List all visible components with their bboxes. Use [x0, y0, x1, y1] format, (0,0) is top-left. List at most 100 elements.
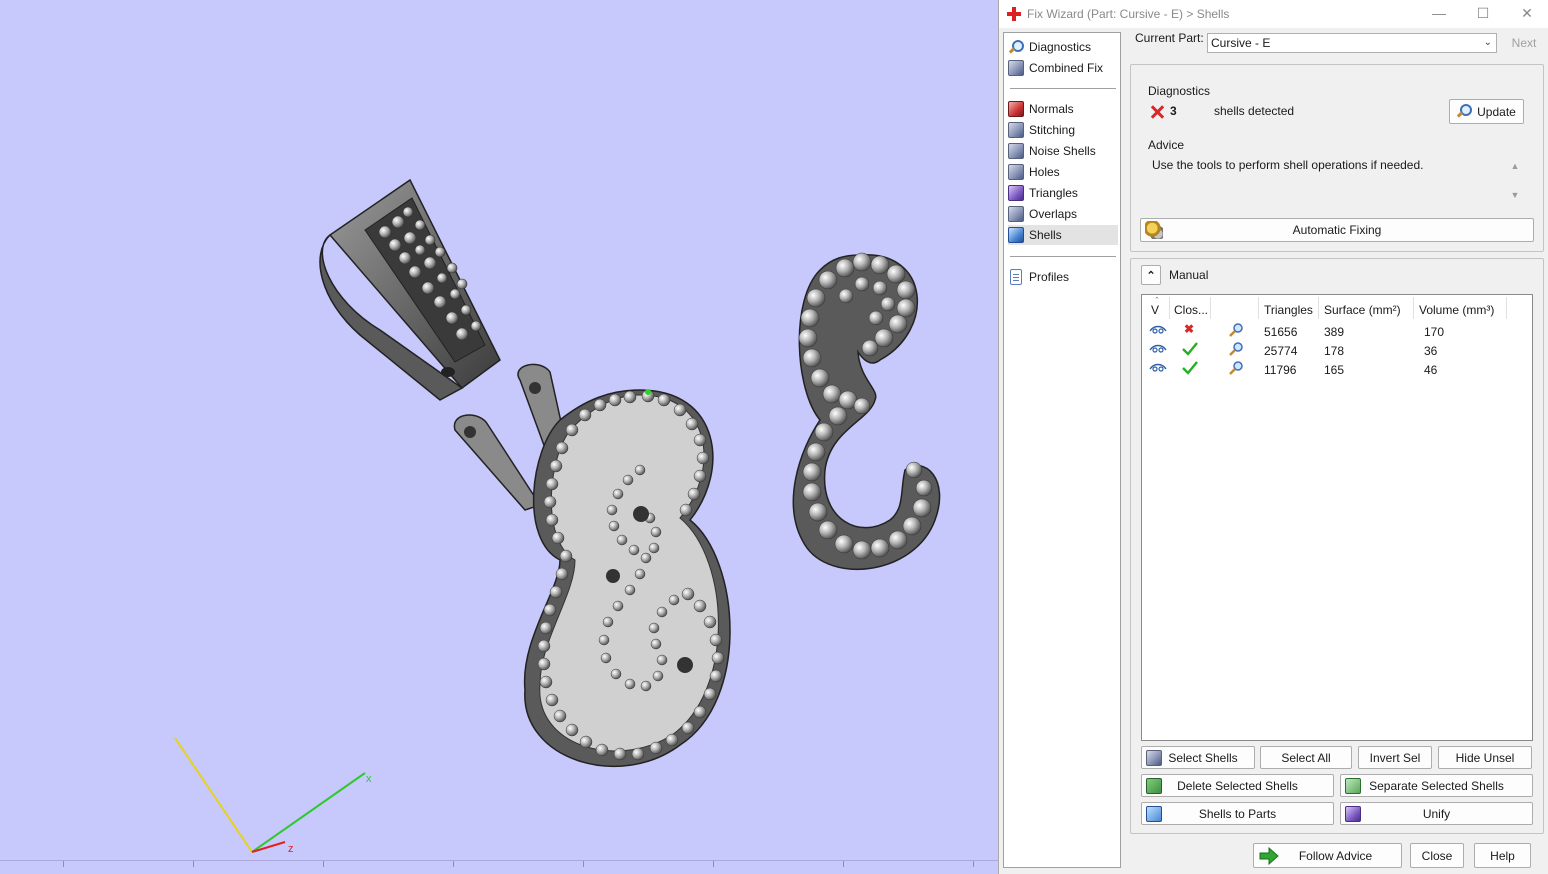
close-window-button[interactable]: ✕	[1505, 0, 1548, 28]
zoom-to-shell-icon[interactable]	[1228, 322, 1244, 338]
nav-item-stitching[interactable]: Stitching	[1008, 120, 1118, 140]
cell-volume: 46	[1424, 363, 1438, 377]
column-header-triangles[interactable]: Triangles	[1264, 303, 1313, 317]
nav-item-label: Combined Fix	[1029, 61, 1104, 75]
close-button[interactable]: Close	[1410, 843, 1464, 868]
closed-check-icon	[1182, 342, 1198, 356]
nav-item-combined-fix[interactable]: Combined Fix	[1008, 58, 1118, 78]
select-all-button[interactable]: Select All	[1260, 746, 1352, 769]
cell-surface: 165	[1324, 363, 1345, 377]
invert-sel-button[interactable]: Invert Sel	[1358, 746, 1432, 769]
error-x-icon	[1149, 104, 1165, 120]
visibility-eye-icon[interactable]	[1149, 363, 1167, 373]
current-part-value: Cursive - E	[1211, 36, 1271, 50]
zoom-to-shell-icon[interactable]	[1228, 360, 1244, 376]
follow-advice-button[interactable]: Follow Advice	[1253, 843, 1402, 868]
follow-advice-label: Follow Advice	[1298, 848, 1373, 863]
current-part-select[interactable]: Cursive - E ⌄	[1207, 33, 1497, 53]
column-header-visible[interactable]: V	[1151, 303, 1159, 317]
stitching-icon	[1008, 122, 1024, 138]
sort-arrow-icon: ⌃	[1154, 297, 1160, 304]
diagnostics-message: shells detected	[1214, 104, 1295, 118]
diagnostics-icon	[1008, 39, 1024, 55]
scroll-down-icon[interactable]: ▼	[1510, 190, 1520, 200]
nav-item-holes[interactable]: Holes	[1008, 162, 1118, 182]
letter-e-shell[interactable]	[523, 389, 731, 768]
invert-sel-label: Invert Sel	[1369, 750, 1421, 765]
bail-shell[interactable]	[319, 178, 501, 401]
update-label: Update	[1477, 104, 1516, 119]
nav-item-overlaps[interactable]: Overlaps	[1008, 204, 1118, 224]
column-header-closed[interactable]: Clos...	[1174, 303, 1208, 317]
title-bar[interactable]: Fix Wizard (Part: Cursive - E) > Shells …	[999, 0, 1548, 28]
column-header-surface[interactable]: Surface (mm²)	[1324, 303, 1401, 317]
table-row[interactable]: 25774 178 36	[1142, 340, 1532, 359]
cell-triangles: 11796	[1264, 363, 1297, 377]
scroll-up-icon[interactable]: ▲	[1510, 161, 1520, 171]
visibility-eye-icon[interactable]	[1149, 325, 1167, 335]
advice-group-label: Advice	[1148, 138, 1185, 152]
maximize-button[interactable]: ☐	[1461, 0, 1505, 28]
zoom-to-shell-icon[interactable]	[1228, 341, 1244, 357]
collapse-manual-button[interactable]: ⌃	[1141, 265, 1161, 285]
green-arrow-icon	[1259, 846, 1279, 868]
small-e-shell[interactable]	[792, 252, 941, 571]
separate-selected-label: Separate Selected Shells	[1369, 778, 1504, 793]
nav-item-normals[interactable]: Normals	[1008, 99, 1118, 119]
fix-wizard-nav: Diagnostics Combined Fix Normals Stitchi…	[1003, 32, 1121, 868]
table-row[interactable]: 11796 165 46	[1142, 359, 1532, 378]
nav-item-diagnostics[interactable]: Diagnostics	[1008, 37, 1118, 57]
current-part-label: Current Part:	[1135, 31, 1204, 45]
minimize-button[interactable]: —	[1417, 0, 1461, 28]
nav-item-label: Diagnostics	[1029, 40, 1092, 54]
shells-to-parts-icon	[1146, 806, 1162, 822]
select-shells-button[interactable]: Select Shells	[1141, 746, 1255, 769]
unify-icon	[1345, 806, 1361, 822]
help-button[interactable]: Help	[1474, 843, 1531, 868]
shells-icon	[1008, 227, 1024, 243]
x-axis-label: x	[366, 773, 372, 785]
noise-shells-icon	[1008, 143, 1024, 159]
unify-label: Unify	[1422, 806, 1451, 821]
cell-surface: 389	[1324, 325, 1345, 339]
diagnostics-group-label: Diagnostics	[1148, 84, 1211, 98]
magnifier-icon	[1456, 103, 1472, 119]
nav-item-profiles[interactable]: Profiles	[1008, 267, 1118, 287]
unify-button[interactable]: Unify	[1340, 802, 1533, 825]
nav-item-label: Shells	[1029, 228, 1062, 242]
next-button[interactable]: Next	[1505, 33, 1543, 53]
cell-triangles: 25774	[1264, 344, 1298, 358]
cell-surface: 178	[1324, 344, 1345, 358]
cell-volume: 36	[1424, 344, 1438, 358]
nav-item-label: Normals	[1029, 102, 1074, 116]
3d-viewport[interactable]: x z	[0, 0, 998, 874]
nav-item-shells[interactable]: Shells	[1008, 225, 1118, 245]
select-all-label: Select All	[1281, 750, 1331, 765]
column-header-volume[interactable]: Volume (mm³)	[1419, 303, 1494, 317]
separate-shells-icon	[1345, 778, 1361, 794]
chevron-up-icon: ⌃	[1146, 269, 1156, 282]
hide-unsel-button[interactable]: Hide Unsel	[1438, 746, 1532, 769]
shells-to-parts-button[interactable]: Shells to Parts	[1141, 802, 1334, 825]
nav-item-label: Profiles	[1029, 270, 1070, 284]
delete-selected-label: Delete Selected Shells	[1177, 778, 1298, 793]
triangles-icon	[1008, 185, 1024, 201]
select-shells-icon	[1146, 750, 1162, 766]
visibility-eye-icon[interactable]	[1149, 344, 1167, 354]
advice-text-box[interactable]: Use the tools to perform shell operation…	[1142, 154, 1532, 210]
hide-unsel-label: Hide Unsel	[1455, 750, 1515, 765]
separate-selected-shells-button[interactable]: Separate Selected Shells	[1340, 774, 1533, 797]
window-title: Fix Wizard (Part: Cursive - E) > Shells	[1027, 7, 1230, 21]
nav-item-triangles[interactable]: Triangles	[1008, 183, 1118, 203]
nav-item-noise-shells[interactable]: Noise Shells	[1008, 141, 1118, 161]
shells-table[interactable]: V ⌃ Clos... Triangles Surface (mm²) Volu…	[1141, 294, 1533, 741]
automatic-fixing-button[interactable]: Automatic Fixing	[1140, 218, 1534, 242]
chevron-down-icon: ⌄	[1483, 37, 1492, 48]
close-label: Close	[1421, 848, 1453, 863]
delete-selected-shells-button[interactable]: Delete Selected Shells	[1141, 774, 1334, 797]
scene-render: x z	[174, 178, 941, 855]
nav-divider	[1010, 256, 1116, 257]
delete-shells-icon	[1146, 778, 1162, 794]
update-button[interactable]: Update	[1449, 99, 1524, 124]
table-row[interactable]: ✖ 51656 389 170	[1142, 321, 1532, 340]
